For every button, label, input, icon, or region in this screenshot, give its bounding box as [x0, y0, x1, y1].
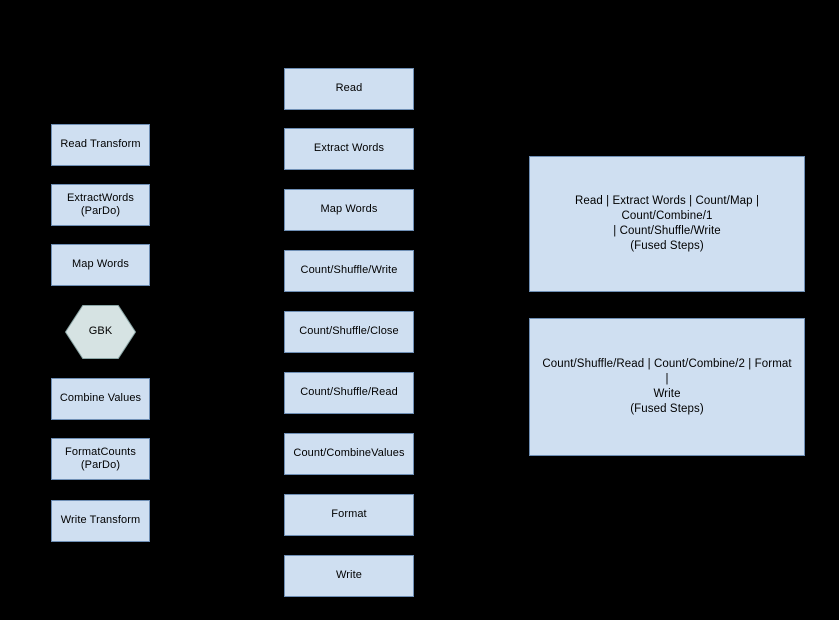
node-fused-step-2[interactable]: Count/Shuffle/Read | Count/Combine/2 | F… — [529, 318, 805, 456]
node-fused-step-1[interactable]: Read | Extract Words | Count/Map | Count… — [529, 156, 805, 292]
node-label-fused-step-2: Count/Shuffle/Read | Count/Combine/2 | F… — [542, 358, 792, 415]
node-label-gbk: GBK — [88, 325, 113, 338]
node-label-fused-step-1: Read | Extract Words | Count/Map | Count… — [574, 195, 760, 252]
fused-steps-column: Read | Extract Words | Count/Map | Count… — [0, 0, 839, 620]
diagram-canvas: Read Transform ExtractWords (ParDo) Map Wo… — [0, 0, 839, 620]
